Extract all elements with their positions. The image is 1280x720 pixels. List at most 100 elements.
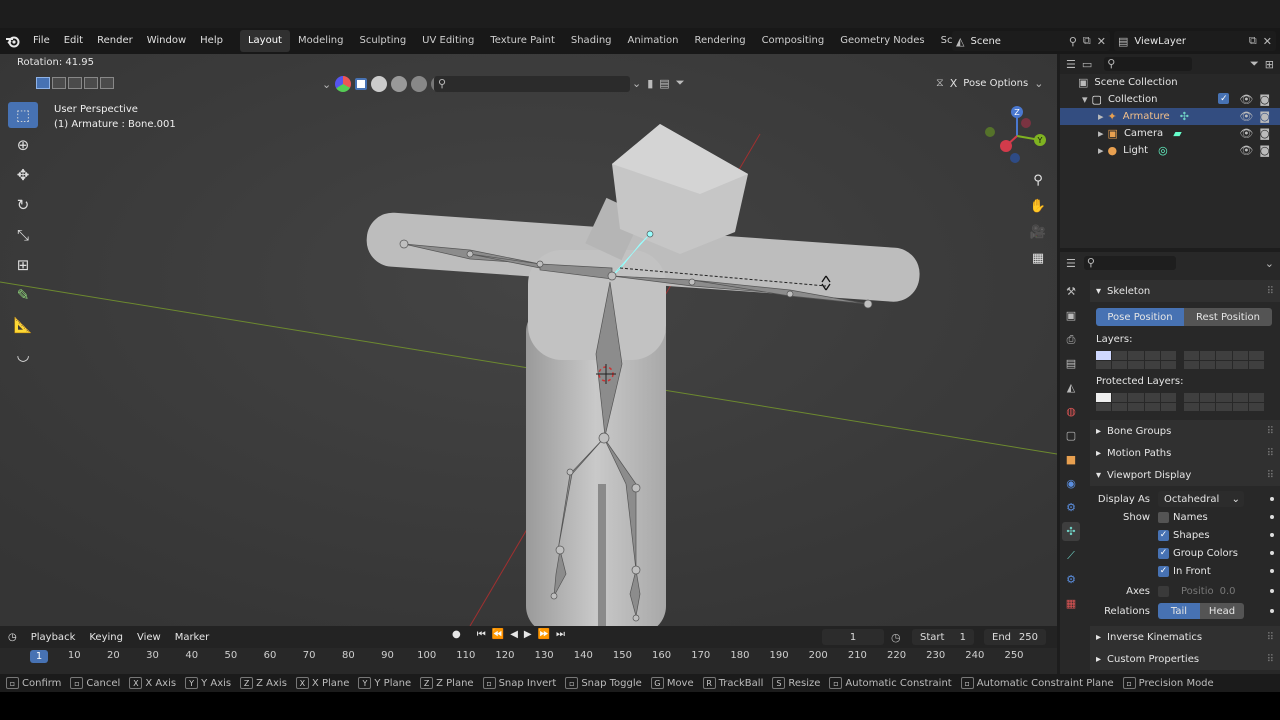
- layer-buttons-a[interactable]: [1096, 351, 1176, 369]
- new-view-layer-icon[interactable]: ⧉: [1249, 34, 1257, 48]
- skeleton-section[interactable]: ▾ Skeleton ⠿: [1090, 280, 1280, 302]
- names-checkbox[interactable]: [1158, 511, 1169, 523]
- keying-menu[interactable]: Keying: [89, 632, 123, 643]
- next-keyframe-icon[interactable]: ⏩: [538, 629, 550, 640]
- chevron-down-icon[interactable]: ⌄: [322, 78, 331, 91]
- 3d-viewport[interactable]: Rotation: 41.95 ⌄ ⛁ ⚲ ⌄ ▮ ▤ ⏷: [0, 54, 1057, 626]
- gizmo-toggle-icon[interactable]: [335, 76, 352, 92]
- rotate-tool-icon[interactable]: ↻: [8, 192, 38, 218]
- grid-view-icon[interactable]: ▦: [1026, 248, 1050, 268]
- chevron-down-icon[interactable]: ▾: [1082, 93, 1088, 106]
- drag-handle-icon[interactable]: ⠿: [1267, 448, 1274, 459]
- group-colors-checkbox[interactable]: ✓: [1158, 547, 1169, 559]
- outliner-camera[interactable]: ▸ ▣ Camera ▰ 👁 ◙: [1060, 125, 1280, 142]
- wireframe-shading-icon[interactable]: [371, 76, 388, 92]
- solid-shading-icon[interactable]: [391, 76, 408, 92]
- keyframe-dot-icon[interactable]: [1270, 551, 1274, 555]
- keyframe-dot-icon[interactable]: [1270, 569, 1274, 573]
- cursor-tool-icon[interactable]: ⊕: [8, 132, 38, 158]
- view-layer-selector[interactable]: ▤ ViewLayer ⧉ ✕: [1114, 31, 1276, 51]
- measure-tool-icon[interactable]: 📐: [8, 312, 38, 338]
- select-invert-icon[interactable]: [84, 77, 98, 89]
- delete-view-layer-icon[interactable]: ✕: [1263, 35, 1272, 48]
- menu-render[interactable]: Render: [90, 28, 140, 54]
- bone-roll-tool-icon[interactable]: ◡: [8, 342, 38, 368]
- material-shading-icon[interactable]: [411, 76, 428, 92]
- outliner-light[interactable]: ▸ ● Light ◎ 👁 ◙: [1060, 142, 1280, 159]
- inverse-kinematics-section[interactable]: ▸ Inverse Kinematics ⠿: [1090, 626, 1280, 648]
- head-button[interactable]: Head: [1200, 603, 1244, 619]
- outliner-armature[interactable]: ▸ ✦ Armature ✣ 👁 ◙: [1060, 108, 1280, 125]
- navigation-gizmo[interactable]: Z Y: [982, 104, 1052, 174]
- camera-data-icon[interactable]: ▰: [1173, 127, 1181, 140]
- camera-view-icon[interactable]: 🎥: [1026, 222, 1050, 242]
- view-layout-icon[interactable]: ▤: [659, 77, 669, 90]
- select-extend-icon[interactable]: [52, 77, 66, 89]
- annotate-tool-icon[interactable]: ✎: [8, 282, 38, 308]
- marker-menu[interactable]: Marker: [175, 632, 210, 643]
- tab-layout[interactable]: Layout: [239, 30, 290, 52]
- keyframe-dot-icon[interactable]: [1270, 515, 1274, 519]
- menu-window[interactable]: Window: [140, 28, 193, 54]
- eye-icon[interactable]: 👁: [1239, 110, 1253, 123]
- eye-icon[interactable]: 👁: [1239, 144, 1253, 157]
- xray-toggle-icon[interactable]: [355, 78, 368, 90]
- delete-scene-icon[interactable]: ✕: [1097, 35, 1106, 48]
- menu-file[interactable]: File: [26, 28, 57, 54]
- transform-pivot-icon[interactable]: ⧖: [936, 76, 944, 90]
- constraints-tab-icon[interactable]: ⚙: [1062, 498, 1080, 517]
- camera-icon[interactable]: ◙: [1259, 93, 1270, 106]
- eye-icon[interactable]: 👁: [1239, 127, 1253, 140]
- outliner-search-input[interactable]: ⚲: [1104, 57, 1193, 71]
- select-subtract-icon[interactable]: [68, 77, 82, 89]
- eye-icon[interactable]: 👁: [1239, 93, 1253, 106]
- output-tab-icon[interactable]: ⎙: [1062, 330, 1080, 349]
- timeline[interactable]: 10 20 30 40 50 60 70 80 90 100 110 120 130 140 150 160 1…: [0, 648, 1057, 674]
- chevron-down-icon[interactable]: ⌄: [632, 77, 641, 90]
- exclude-checkbox[interactable]: ✓: [1218, 93, 1230, 104]
- tool-tab-icon[interactable]: ⚒: [1062, 282, 1080, 301]
- pose-position-button[interactable]: Pose Position: [1096, 308, 1184, 326]
- protected-layer-buttons-b[interactable]: [1184, 393, 1264, 411]
- filter-icon[interactable]: ⏷: [1250, 57, 1259, 71]
- protected-layer-buttons-a[interactable]: [1096, 393, 1176, 411]
- shapes-checkbox[interactable]: ✓: [1158, 529, 1169, 541]
- select-new-icon[interactable]: [36, 77, 50, 89]
- camera-icon[interactable]: ◙: [1259, 110, 1270, 123]
- transform-tool-icon[interactable]: ⊞: [8, 252, 38, 278]
- playhead-frame[interactable]: 1: [30, 650, 48, 663]
- layer-buttons-b[interactable]: [1184, 351, 1264, 369]
- texture-tab-icon[interactable]: ▦: [1062, 594, 1080, 613]
- chevron-right-icon[interactable]: ▸: [1098, 110, 1104, 123]
- zoom-icon[interactable]: ⚲: [1026, 170, 1050, 190]
- record-icon[interactable]: ●: [452, 629, 461, 640]
- chevron-down-icon[interactable]: ⌄: [1265, 257, 1274, 270]
- jump-end-icon[interactable]: ⏭: [556, 629, 565, 640]
- custom-properties-section[interactable]: ▸ Custom Properties ⠿: [1090, 648, 1280, 670]
- bone-groups-section[interactable]: ▸ Bone Groups ⠿: [1090, 420, 1280, 442]
- tab-uv-editing[interactable]: UV Editing: [414, 30, 482, 52]
- display-mode-icon[interactable]: ▭: [1082, 58, 1092, 71]
- axes-position-field[interactable]: Positio 0.0: [1181, 586, 1236, 597]
- chevron-right-icon[interactable]: ▸: [1098, 127, 1104, 140]
- chevron-right-icon[interactable]: ▸: [1098, 144, 1104, 157]
- properties-search-input[interactable]: ⚲: [1083, 256, 1176, 270]
- editor-type-icon[interactable]: ☰: [1066, 257, 1076, 270]
- tab-geometry-nodes[interactable]: Geometry Nodes: [832, 30, 932, 52]
- select-intersect-icon[interactable]: [100, 77, 114, 89]
- pose-options-dropdown[interactable]: Pose Options: [963, 78, 1028, 89]
- scene-tab-icon[interactable]: ◭: [1062, 378, 1080, 397]
- drag-handle-icon[interactable]: ⠿: [1267, 470, 1274, 481]
- tail-button[interactable]: Tail: [1158, 603, 1200, 619]
- keyframe-dot-icon[interactable]: [1270, 497, 1274, 501]
- light-data-icon[interactable]: ◎: [1158, 144, 1168, 157]
- bone-tab-icon[interactable]: ⟋: [1062, 546, 1080, 565]
- viewport-search-input[interactable]: ⚲: [434, 76, 630, 92]
- view-layer-tab-icon[interactable]: ▤: [1062, 354, 1080, 373]
- move-tool-icon[interactable]: ✥: [8, 162, 38, 188]
- world-tab-icon[interactable]: ◍: [1062, 402, 1080, 421]
- keyframe-dot-icon[interactable]: [1270, 533, 1274, 537]
- viewport-display-section[interactable]: ▾ Viewport Display ⠿: [1090, 464, 1280, 486]
- pan-hand-icon[interactable]: ✋: [1026, 196, 1050, 216]
- menu-help[interactable]: Help: [193, 28, 230, 54]
